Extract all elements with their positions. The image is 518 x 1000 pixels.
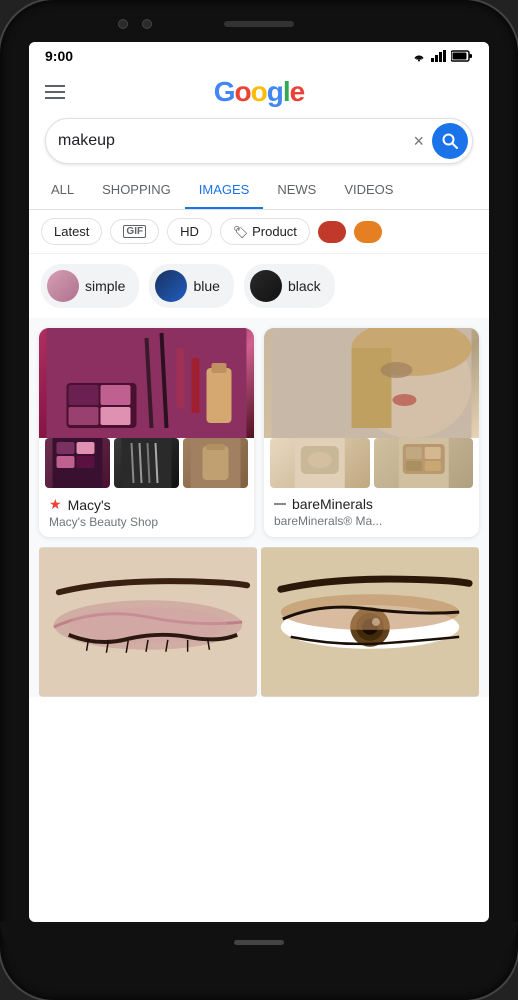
eye-image-right[interactable]	[261, 547, 479, 697]
wifi-icon	[411, 50, 427, 62]
status-bar: 9:00	[29, 42, 489, 70]
filter-gif[interactable]: GIF	[110, 219, 159, 244]
phone-frame: 9:00	[0, 0, 518, 1000]
bareminerals-product-1	[270, 438, 370, 488]
phone-speaker	[224, 21, 294, 27]
macys-brand-name: Macy's	[68, 497, 111, 513]
shopping-card-macys[interactable]: ★ Macy's Macy's Beauty Shop	[39, 328, 254, 537]
gif-icon: GIF	[123, 225, 146, 238]
product-palette-svg	[45, 438, 110, 488]
home-indicator[interactable]	[234, 940, 284, 945]
suggestion-simple[interactable]: simple	[41, 264, 139, 308]
menu-button[interactable]	[45, 85, 65, 99]
tab-images[interactable]: IMAGES	[185, 172, 264, 210]
product-thumb-2	[114, 438, 179, 488]
content-area: ★ Macy's Macy's Beauty Shop Sponsored i	[29, 318, 489, 697]
tab-videos[interactable]: VIDEOS	[330, 172, 407, 210]
phone-screen: 9:00	[29, 42, 489, 922]
bareminerals-products-row	[264, 438, 479, 488]
macys-star-icon: ★	[49, 496, 62, 513]
filter-bar: Latest GIF HD 🏷 Product	[29, 210, 489, 254]
shopping-cards-row: ★ Macy's Macy's Beauty Shop Sponsored i	[29, 318, 489, 537]
filter-hd[interactable]: HD	[167, 218, 212, 245]
filter-latest[interactable]: Latest	[41, 218, 102, 245]
search-button[interactable]	[432, 123, 468, 159]
eye-right-svg	[261, 547, 479, 697]
suggestion-blue[interactable]: blue	[149, 264, 233, 308]
bareminerals-brand-name: bareMinerals	[292, 496, 373, 512]
color-swatch-orange	[354, 221, 382, 243]
suggestion-simple-thumb	[47, 270, 79, 302]
tag-icon: 🏷	[233, 225, 248, 239]
filter-product[interactable]: 🏷 Product	[220, 218, 310, 245]
search-input[interactable]	[58, 132, 413, 150]
filter-color-red[interactable]	[318, 221, 346, 243]
macys-subtitle: Macy's Beauty Shop	[49, 515, 244, 529]
filter-hd-label: HD	[180, 224, 199, 239]
suggestions-row: simple blue black	[29, 254, 489, 318]
camera-left	[118, 19, 128, 29]
filter-latest-label: Latest	[54, 224, 89, 239]
bareminerals-subtitle: bareMinerals® Ma...	[274, 514, 469, 528]
search-icon	[441, 132, 459, 150]
suggestion-black-label: black	[288, 278, 321, 294]
macys-image-area	[39, 328, 254, 488]
shopping-card-bareminerals[interactable]: Sponsored i	[264, 328, 479, 537]
eye-left-svg	[39, 547, 257, 697]
macys-brand-row: ★ Macy's	[49, 496, 244, 513]
color-swatch-red	[318, 221, 346, 243]
search-tabs: ALL SHOPPING IMAGES NEWS VIDEOS	[29, 172, 489, 210]
macys-products-row	[39, 438, 254, 488]
filter-product-label: Product	[252, 224, 297, 239]
battery-icon	[451, 50, 473, 62]
google-logo: Google	[214, 76, 304, 108]
bareminerals-main-image	[264, 328, 479, 438]
filter-color-orange[interactable]	[354, 221, 382, 243]
macys-makeup-svg	[39, 328, 254, 438]
product-thumb-3	[183, 438, 248, 488]
tab-all[interactable]: ALL	[37, 172, 88, 210]
product-brushes-svg	[114, 438, 179, 488]
product-thumb-1	[45, 438, 110, 488]
bareminerals-product-2	[374, 438, 474, 488]
suggestion-black-thumb	[250, 270, 282, 302]
status-icons	[411, 50, 473, 62]
status-time: 9:00	[45, 48, 73, 64]
bareminerals-brand-row: bareMinerals	[274, 496, 469, 512]
suggestion-simple-label: simple	[85, 278, 125, 294]
search-clear-button[interactable]: ×	[413, 131, 424, 152]
tab-news[interactable]: NEWS	[263, 172, 330, 210]
bareminerals-image-area	[264, 328, 479, 488]
bareminerals-dash-icon	[274, 503, 286, 505]
suggestion-blue-label: blue	[193, 278, 219, 294]
images-grid	[29, 537, 489, 697]
macys-main-image	[39, 328, 254, 438]
signal-icon	[431, 50, 447, 62]
tab-shopping[interactable]: SHOPPING	[88, 172, 185, 210]
header: Google ×	[29, 70, 489, 172]
eye-image-left[interactable]	[39, 547, 257, 697]
bareminerals-palette-svg	[374, 438, 474, 488]
suggestion-black[interactable]: black	[244, 264, 335, 308]
bareminerals-card-bottom: bareMinerals bareMinerals® Ma...	[264, 488, 479, 536]
suggestion-blue-thumb	[155, 270, 187, 302]
bareminerals-img-svg	[264, 328, 479, 438]
camera-right	[142, 19, 152, 29]
phone-top-bar	[0, 10, 518, 38]
product-foundation-svg	[183, 438, 248, 488]
bareminerals-compact-svg	[270, 438, 370, 488]
header-top: Google	[45, 76, 473, 108]
phone-bottom-bar	[0, 922, 518, 962]
search-bar[interactable]: ×	[45, 118, 473, 164]
macys-card-bottom: ★ Macy's Macy's Beauty Shop	[39, 488, 254, 537]
